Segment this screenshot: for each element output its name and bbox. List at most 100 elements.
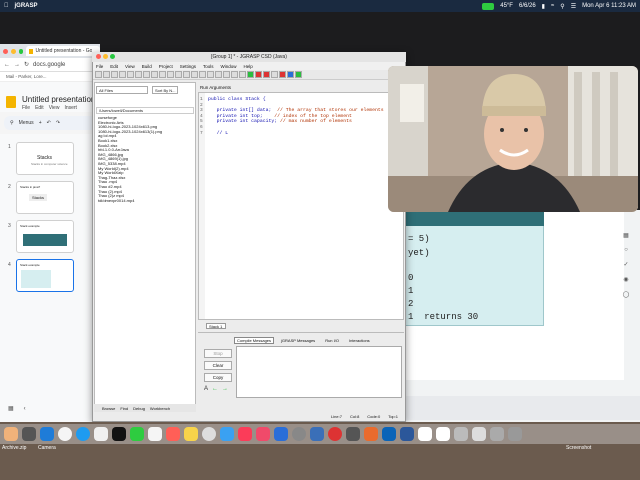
jgrasp-icon[interactable]: [310, 427, 324, 441]
speaker-notes[interactable]: [404, 396, 640, 420]
webcam-video[interactable]: [388, 66, 638, 212]
path-field[interactable]: /Users/lowell/Documents: [96, 107, 194, 114]
recorder-icon[interactable]: [328, 427, 342, 441]
comment-icon[interactable]: [175, 71, 182, 78]
slide-thumb-4[interactable]: Stack example: [16, 259, 74, 292]
jar-icon[interactable]: [231, 71, 238, 78]
uml-icon[interactable]: [223, 71, 230, 78]
remove-csd-icon[interactable]: [199, 71, 206, 78]
editor-tab[interactable]: Stack 1: [206, 323, 226, 329]
calendar-icon[interactable]: ▦: [623, 232, 629, 239]
battery-icon[interactable]: ▮: [542, 3, 545, 10]
photos-icon[interactable]: [94, 427, 108, 441]
minimize-icon[interactable]: [103, 54, 108, 59]
menu-project[interactable]: Project: [159, 64, 173, 69]
print-icon[interactable]: [119, 71, 126, 78]
zoom-icon[interactable]: [18, 48, 24, 54]
google-icon[interactable]: [436, 427, 450, 441]
maps-icon[interactable]: ◉: [623, 276, 628, 283]
next-arrow-icon[interactable]: →: [222, 386, 228, 392]
launchpad-icon[interactable]: [58, 427, 72, 441]
menu-edit[interactable]: Edit: [35, 105, 44, 111]
cut-icon[interactable]: [127, 71, 134, 78]
calendar-icon[interactable]: [148, 427, 162, 441]
facetime-icon[interactable]: [220, 427, 234, 441]
indent-icon[interactable]: [183, 71, 190, 78]
trash-icon[interactable]: [508, 427, 522, 441]
code-line[interactable]: private int[] data; // The array that st…: [208, 108, 384, 113]
clear-button[interactable]: Clear: [204, 361, 232, 370]
chrome-icon[interactable]: [202, 427, 216, 441]
browse-icon[interactable]: [215, 71, 222, 78]
run-arguments-label[interactable]: Run Arguments: [198, 83, 404, 91]
csd-icon[interactable]: [191, 71, 198, 78]
minimize-icon[interactable]: [10, 48, 16, 54]
code-editor[interactable]: [198, 92, 404, 320]
files-filter-select[interactable]: All Files: [96, 86, 148, 94]
chrome-tab[interactable]: Untitled presentation - Go: [26, 46, 101, 56]
tab-browse[interactable]: Browse: [102, 406, 115, 411]
compile-icon[interactable]: [247, 71, 254, 78]
menu-file[interactable]: File: [96, 64, 103, 69]
tab-run-io[interactable]: Run I/O: [322, 337, 342, 344]
code-line[interactable]: public class Stack {: [208, 97, 266, 102]
keep-icon[interactable]: ○: [624, 247, 628, 253]
redo-icon[interactable]: [167, 71, 174, 78]
number-icon[interactable]: [207, 71, 214, 78]
debug-icon[interactable]: [263, 71, 270, 78]
menu-file[interactable]: File: [22, 105, 30, 111]
outlook-icon[interactable]: [382, 427, 396, 441]
save-icon[interactable]: [111, 71, 118, 78]
viewer-icon[interactable]: [295, 71, 302, 78]
menu-window[interactable]: Window: [221, 64, 237, 69]
menu-build[interactable]: Build: [142, 64, 152, 69]
slide-thumb-1[interactable]: Stacks Stacks in computer science: [16, 142, 74, 175]
settings-icon[interactable]: [292, 427, 306, 441]
slides-logo-icon[interactable]: [6, 96, 16, 108]
apple-icon[interactable]: : [4, 3, 9, 9]
undo-icon[interactable]: ↶: [47, 120, 51, 126]
menu-tools[interactable]: Tools: [203, 64, 214, 69]
close-icon[interactable]: [96, 54, 101, 59]
document-icon[interactable]: [454, 427, 468, 441]
redo-icon[interactable]: ↷: [56, 120, 60, 126]
canvas-icon[interactable]: [287, 71, 294, 78]
news-icon[interactable]: [256, 427, 270, 441]
bookmark-item[interactable]: Mail - Parker, Lore...: [0, 72, 100, 82]
archive-icon[interactable]: [4, 427, 18, 441]
finder-icon[interactable]: [40, 427, 54, 441]
forward-icon[interactable]: →: [14, 62, 20, 68]
tab-jgrasp-messages[interactable]: jGRASP Messages: [278, 337, 318, 344]
zoom-icon[interactable]: [110, 54, 115, 59]
word-icon[interactable]: [400, 427, 414, 441]
prev-arrow-icon[interactable]: ←: [212, 386, 218, 392]
weather[interactable]: 45°F: [500, 3, 513, 9]
app-name[interactable]: jGRASP: [15, 3, 38, 9]
tab-interactions[interactable]: Interactions: [346, 337, 373, 344]
open-icon[interactable]: [103, 71, 110, 78]
sort-select[interactable]: Sort By N...: [152, 86, 178, 94]
run-icon[interactable]: [255, 71, 262, 78]
find-icon[interactable]: [151, 71, 158, 78]
copy-icon[interactable]: [135, 71, 142, 78]
menu-insert[interactable]: Insert: [64, 105, 77, 111]
menu-help[interactable]: Help: [244, 64, 253, 69]
search-icon[interactable]: ⚲: [10, 120, 14, 126]
address-bar[interactable]: ← → ↻ docs.google: [0, 58, 100, 72]
app-store-icon[interactable]: [274, 427, 288, 441]
back-icon[interactable]: ←: [4, 62, 10, 68]
tab-workbench[interactable]: Workbench: [150, 406, 170, 411]
undo-icon[interactable]: [159, 71, 166, 78]
menu-view[interactable]: View: [49, 105, 60, 111]
messages-icon[interactable]: [130, 427, 144, 441]
safari-icon[interactable]: [76, 427, 90, 441]
stop-icon[interactable]: [271, 71, 278, 78]
jgrasp-title[interactable]: [Group 1] * - JGRASP CSD (Java): [92, 52, 406, 62]
wifi-icon[interactable]: ≈: [551, 3, 554, 9]
tasks-icon[interactable]: ✓: [623, 261, 628, 268]
font-size-icon[interactable]: A: [204, 386, 208, 392]
search-icon[interactable]: ⚲: [560, 3, 564, 10]
code-image[interactable]: [404, 210, 544, 326]
terminal-icon[interactable]: [346, 427, 360, 441]
reminders-icon[interactable]: [166, 427, 180, 441]
